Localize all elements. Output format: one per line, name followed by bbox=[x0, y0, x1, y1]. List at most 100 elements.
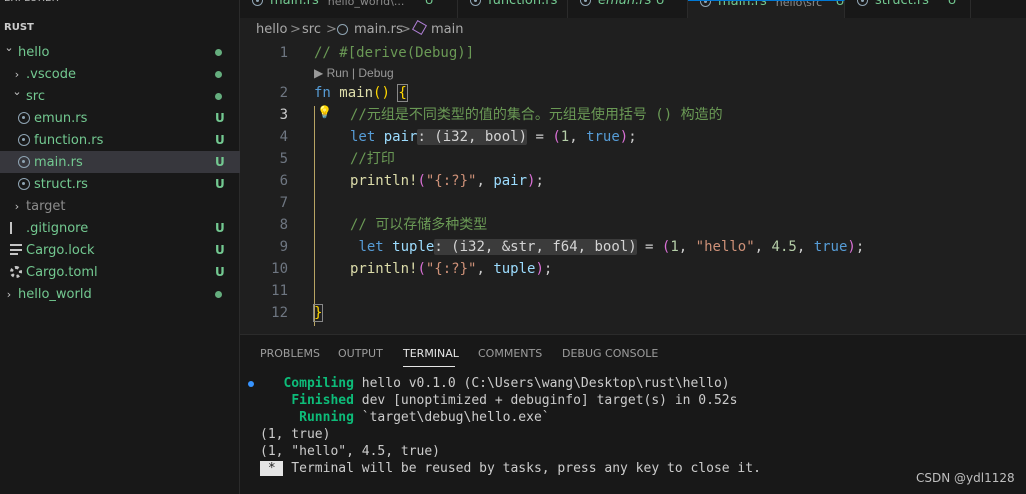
bracket-scope-guide bbox=[314, 106, 315, 326]
git-status-badge: U bbox=[215, 177, 225, 191]
symbol-method-icon bbox=[411, 19, 428, 36]
editor-tab[interactable]: struct.rs U bbox=[845, 0, 971, 18]
editor-tab[interactable]: function.rsU bbox=[458, 0, 568, 18]
line-number: 1 bbox=[279, 45, 288, 61]
tree-item[interactable]: › .vscode bbox=[0, 63, 240, 85]
tree-item-label: src bbox=[26, 88, 45, 104]
rust-file-icon bbox=[252, 0, 263, 6]
panel-tab-problems[interactable]: PROBLEMS bbox=[260, 347, 320, 360]
tab-name: function.rs bbox=[488, 0, 558, 8]
rust-file-icon bbox=[18, 112, 30, 124]
tab-name: emun.rs bbox=[598, 0, 652, 8]
line-number: 11 bbox=[271, 283, 288, 299]
editor-tab[interactable]: main.rs hello_world\... U bbox=[240, 0, 458, 18]
tree-item[interactable]: ⌄ src bbox=[0, 85, 240, 107]
line-number: 10 bbox=[271, 261, 288, 277]
tree-item-label: function.rs bbox=[34, 132, 104, 148]
breadcrumb-separator: > bbox=[400, 22, 411, 37]
breadcrumb-folder-hello[interactable]: hello bbox=[256, 22, 287, 37]
tree-item[interactable]: main.rs U bbox=[0, 151, 240, 173]
tree-item-label: Cargo.lock bbox=[26, 242, 95, 258]
rust-file-icon bbox=[580, 0, 591, 6]
tree-item[interactable]: emun.rs U bbox=[0, 107, 240, 129]
explorer-title: EXPLORER bbox=[4, 0, 59, 9]
code-line-2: fn main() { bbox=[314, 84, 408, 102]
rust-file-icon bbox=[857, 0, 868, 6]
tree-item[interactable]: function.rs U bbox=[0, 129, 240, 151]
line-number: 12 bbox=[271, 305, 288, 321]
tab-git-status: U bbox=[655, 0, 665, 7]
workspace-section-title[interactable]: RUST bbox=[4, 22, 34, 33]
chevron-down-icon[interactable]: ⌄ bbox=[4, 41, 14, 54]
tree-item-label: .gitignore bbox=[26, 220, 89, 236]
code-line-5: //打印 bbox=[350, 151, 395, 167]
tab-path: hello_world\... bbox=[327, 0, 405, 8]
terminal-line: Finished dev [unoptimized + debuginfo] t… bbox=[291, 393, 738, 408]
tree-item-label: struct.rs bbox=[34, 176, 88, 192]
rust-file-icon bbox=[470, 0, 481, 6]
tree-item[interactable]: › target bbox=[0, 195, 240, 217]
git-status-badge: U bbox=[215, 243, 225, 257]
breadcrumb-file[interactable]: main.rs bbox=[354, 22, 403, 37]
line-number: 4 bbox=[279, 129, 288, 145]
git-change-dot bbox=[215, 92, 222, 100]
tree-item[interactable]: Cargo.toml U bbox=[0, 261, 240, 283]
git-status-badge: U bbox=[215, 265, 225, 279]
git-status-badge: U bbox=[215, 133, 225, 147]
codelens-run-debug[interactable]: ▶ Run | Debug bbox=[314, 64, 394, 82]
tree-item-label: target bbox=[26, 198, 66, 214]
tree-item-label: hello_world bbox=[18, 286, 92, 302]
chevron-right-icon[interactable]: › bbox=[12, 200, 22, 213]
breadcrumb: hello > src > main.rs > main bbox=[240, 18, 1026, 42]
tree-item[interactable]: ⌄ hello bbox=[0, 41, 240, 63]
breadcrumb-separator: > bbox=[326, 22, 337, 37]
breadcrumb-symbol[interactable]: main bbox=[431, 22, 463, 37]
lightbulb-icon[interactable]: 💡 bbox=[317, 105, 332, 119]
tab-path: hello\src bbox=[775, 0, 823, 9]
panel-tab-debug-console[interactable]: DEBUG CONSOLE bbox=[562, 347, 658, 360]
line-number: 7 bbox=[279, 195, 288, 211]
rust-file-icon bbox=[18, 156, 30, 168]
editor-tab-bar: main.rshello_world\...Ufunction.rsUemun.… bbox=[240, 0, 1026, 18]
bottom-panel: PROBLEMS OUTPUT TERMINAL COMMENTS DEBUG … bbox=[240, 334, 1026, 494]
breadcrumb-separator: > bbox=[290, 22, 301, 37]
code-editor[interactable]: 1 2 3 4 5 6 7 8 9 10 11 12 ▶ Run | Debug // #[deriv… bbox=[240, 42, 1026, 334]
editor-tab[interactable]: emun.rs U bbox=[568, 0, 688, 18]
code-line-4: let pair: (i32, bool) = (1, true); bbox=[350, 129, 637, 145]
line-number: 8 bbox=[279, 217, 288, 233]
active-tab-indicator bbox=[403, 366, 455, 367]
tree-item[interactable]: struct.rs U bbox=[0, 173, 240, 195]
code-line-6: println!("{:?}", pair); bbox=[350, 173, 544, 189]
watermark: CSDN @ydl1128 bbox=[916, 471, 1015, 485]
explorer-sidebar: EXPLORER ··· RUST ⌄ hello › .vscode ⌄ src emun… bbox=[0, 0, 240, 494]
code-line-3: //元组是不同类型的值的集合。元组是使用括号 () 构造的 bbox=[350, 107, 723, 123]
terminal-line: (1, true) bbox=[260, 427, 331, 442]
chevron-down-icon[interactable]: ⌄ bbox=[12, 85, 22, 98]
line-number: 5 bbox=[279, 151, 288, 167]
tree-item-label: Cargo.toml bbox=[26, 264, 98, 280]
tree-item-label: hello bbox=[18, 44, 50, 60]
editor-tab[interactable]: main.rshello\srcU✕ bbox=[688, 0, 845, 18]
panel-tab-comments[interactable]: COMMENTS bbox=[478, 347, 542, 360]
file-icon bbox=[10, 222, 12, 234]
line-number: 3 bbox=[279, 107, 288, 123]
tab-name: main.rs bbox=[718, 0, 767, 9]
rust-file-icon bbox=[18, 178, 30, 190]
breadcrumb-folder-src[interactable]: src bbox=[302, 22, 321, 37]
panel-tab-terminal[interactable]: TERMINAL bbox=[403, 347, 459, 360]
panel-tab-output[interactable]: OUTPUT bbox=[338, 347, 383, 360]
chevron-right-icon[interactable]: › bbox=[12, 68, 22, 81]
line-number: 2 bbox=[279, 85, 288, 101]
tree-item[interactable]: .gitignore U bbox=[0, 217, 240, 239]
terminal-line: Running `target\debug\hello.exe` bbox=[299, 410, 550, 425]
command-decoration-icon[interactable] bbox=[248, 381, 254, 387]
tab-git-status: U bbox=[835, 0, 845, 8]
tree-item-label: main.rs bbox=[34, 154, 83, 170]
line-number: 6 bbox=[279, 173, 288, 189]
gear-file-icon bbox=[10, 266, 22, 278]
git-change-dot bbox=[215, 290, 222, 298]
tree-item[interactable]: Cargo.lock U bbox=[0, 239, 240, 261]
more-actions-icon[interactable]: ··· bbox=[208, 0, 221, 7]
tree-item[interactable]: › hello_world bbox=[0, 283, 240, 305]
chevron-right-icon[interactable]: › bbox=[4, 288, 14, 301]
